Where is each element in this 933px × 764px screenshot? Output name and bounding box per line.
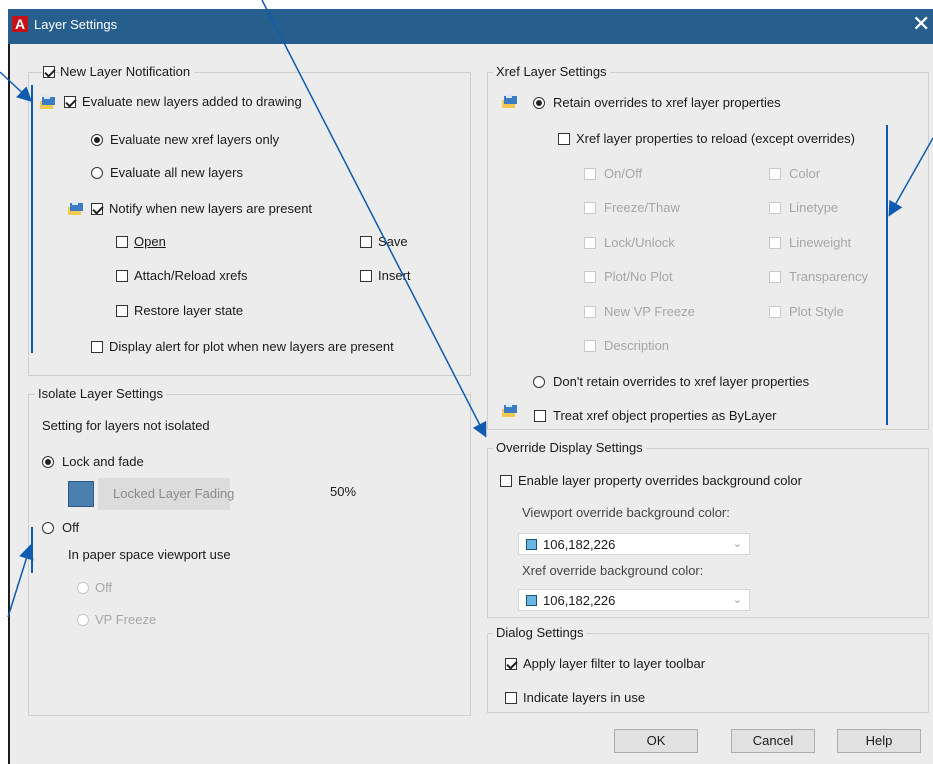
- callout-arrows: [0, 0, 933, 618]
